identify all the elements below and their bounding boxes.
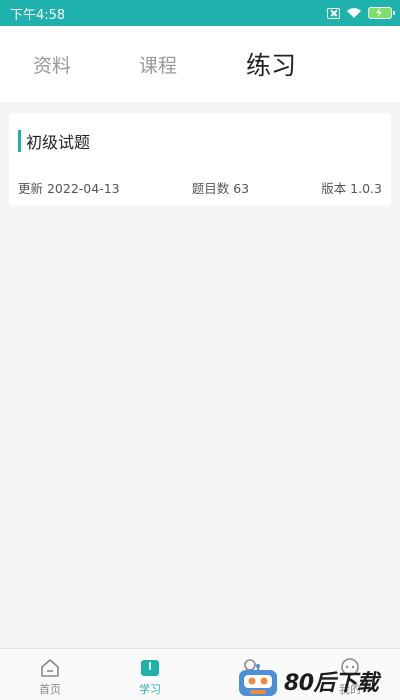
exam-card[interactable]: 初级试题 更新 2022-04-13 题目数 63 版本 1.0.3 <box>9 113 391 205</box>
nav-home-label: 首页 <box>39 683 61 696</box>
tab-materials[interactable]: 资料 <box>20 26 84 102</box>
watermark-text: 80后下载 <box>284 671 379 696</box>
status-icons <box>327 7 395 19</box>
tab-bar: 资料 课程 练习 <box>0 26 400 102</box>
card-question-count: 题目数 63 <box>191 181 250 196</box>
sim-off-icon <box>327 7 340 19</box>
nav-study-label: 学习 <box>139 683 161 696</box>
book-icon <box>141 660 159 676</box>
wifi-icon <box>347 8 361 18</box>
tab-courses[interactable]: 课程 <box>126 26 190 102</box>
watermark: 80后下载 <box>236 662 400 700</box>
card-meta: 更新 2022-04-13 题目数 63 版本 1.0.3 <box>18 178 382 197</box>
nav-study[interactable]: 学习 <box>100 649 200 700</box>
status-time: 下午4:58 <box>10 7 66 23</box>
card-updated-date: 更新 2022-04-13 <box>18 181 120 196</box>
battery-charging-icon <box>368 7 395 19</box>
status-bar: 下午4:58 <box>0 0 400 26</box>
card-version: 版本 1.0.3 <box>321 181 382 196</box>
tab-practice[interactable]: 练习 <box>236 26 306 102</box>
nav-home[interactable]: 首页 <box>0 649 100 700</box>
robot-logo-icon <box>239 664 277 696</box>
home-icon <box>41 659 59 677</box>
card-title: 初级试题 <box>26 133 91 152</box>
card-accent-bar <box>18 130 21 152</box>
